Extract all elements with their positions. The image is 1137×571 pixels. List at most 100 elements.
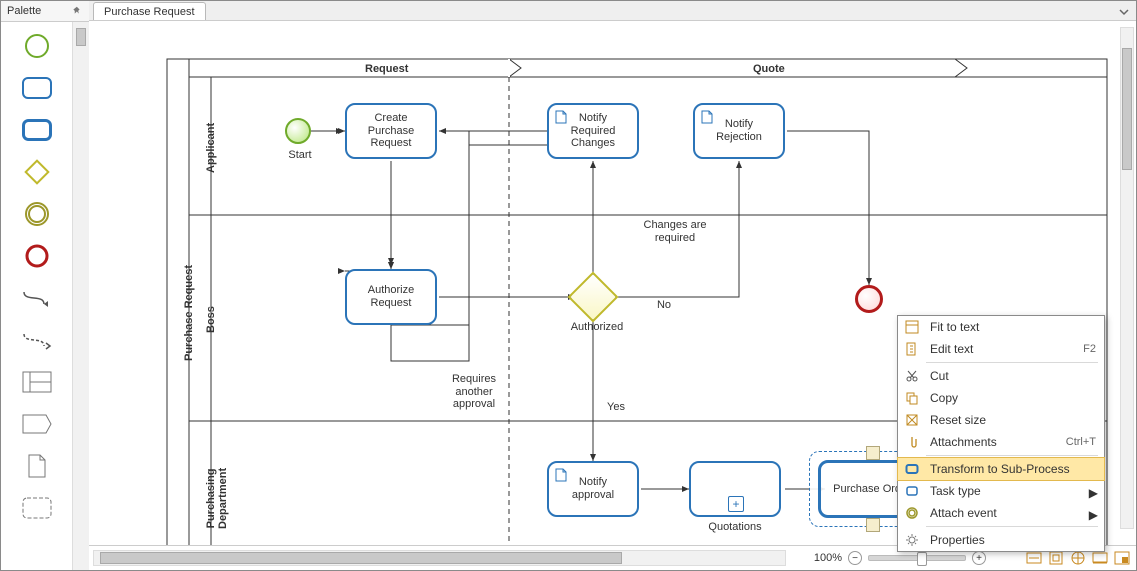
overview-icon[interactable] (1114, 550, 1130, 566)
menu-item-label: Fit to text (930, 320, 1096, 334)
lane-applicant-label: Applicant (205, 123, 217, 173)
task-create-purchase-request[interactable]: Create Purchase Request (345, 103, 437, 159)
palette-pool-icon[interactable] (21, 368, 53, 396)
flow-label-changes: Changes are required (635, 219, 715, 244)
start-label: Start (285, 149, 315, 162)
lane-boss-label: Boss (205, 306, 217, 333)
context-menu: Fit to text Edit text F2 Cut Copy Reset size A… (897, 315, 1105, 552)
palette-title: Palette (7, 5, 72, 17)
cut-icon (902, 366, 922, 386)
task-label: Notify Rejection (716, 118, 762, 143)
props-icon (902, 530, 922, 550)
flow-label-requires: Requires another approval (439, 373, 509, 411)
expand-icon[interactable]: + (728, 496, 744, 512)
task-authorize-request[interactable]: Authorize Request (345, 269, 437, 325)
palette-header: Palette (1, 1, 89, 22)
canvas-vertical-scrollbar[interactable] (1120, 27, 1134, 529)
menu-item-properties[interactable]: Properties (898, 529, 1104, 551)
tab-purchase-request[interactable]: Purchase Request (93, 2, 206, 20)
tab-dropdown-icon[interactable] (1116, 4, 1132, 20)
task-notify-required-changes[interactable]: Notify Required Changes (547, 103, 639, 159)
menu-item-shortcut: F2 (1083, 343, 1096, 355)
palette-task-icon[interactable] (21, 74, 53, 102)
zoom-value: 100% (814, 552, 842, 564)
menu-item-attach-event[interactable]: Attach event▶ (898, 502, 1104, 524)
menu-separator (926, 455, 1098, 456)
phase-request-label: Request (365, 63, 408, 75)
task-notify-rejection[interactable]: Notify Rejection (693, 103, 785, 159)
resize-handle-top[interactable] (866, 446, 880, 460)
actual-size-icon[interactable] (1070, 550, 1086, 566)
task-notify-approval[interactable]: Notify approval (547, 461, 639, 517)
menu-item-label: Edit text (930, 342, 1069, 356)
palette-start-event-icon[interactable] (21, 32, 53, 60)
resize-handle-bottom[interactable] (866, 518, 880, 532)
menu-item-label: Task type (930, 484, 1096, 498)
menu-item-edit-text[interactable]: Edit text F2 (898, 338, 1104, 360)
fit-page-icon[interactable] (1048, 550, 1064, 566)
menu-item-label: Reset size (930, 413, 1096, 427)
tab-label: Purchase Request (104, 6, 195, 18)
edit-icon (902, 339, 922, 359)
script-icon (701, 110, 713, 124)
pool-title: Purchase Request (183, 265, 195, 361)
menu-item-label: Properties (930, 533, 1096, 547)
end-event[interactable] (855, 285, 883, 313)
subprocess-quotations[interactable]: + (689, 461, 781, 517)
palette-intermediate-event-icon[interactable] (21, 200, 53, 228)
palette-milestone-icon[interactable] (21, 410, 53, 438)
menu-item-label: Attachments (930, 435, 1052, 449)
script-icon (555, 468, 567, 482)
zoom-slider[interactable] (868, 555, 966, 561)
zoom-in-button[interactable]: + (972, 551, 986, 565)
reset-icon (902, 410, 922, 430)
palette-call-activity-icon[interactable] (21, 116, 53, 144)
flow-label-yes: Yes (601, 401, 631, 414)
fit-icon (902, 317, 922, 337)
palette-gateway-icon[interactable] (21, 158, 53, 186)
pin-icon[interactable] (72, 6, 83, 17)
palette-end-event-icon[interactable] (21, 242, 53, 270)
palette-data-object-icon[interactable] (21, 452, 53, 480)
menu-item-label: Transform to Sub-Process (930, 462, 1096, 476)
presentation-icon[interactable] (1092, 550, 1108, 566)
submenu-arrow-icon: ▶ (1089, 486, 1098, 500)
menu-item-reset-size[interactable]: Reset size (898, 409, 1104, 431)
menu-item-task-type[interactable]: Task type▶ (898, 480, 1104, 502)
phase-quote-label: Quote (753, 63, 785, 75)
menu-item-label: Cut (930, 369, 1096, 383)
subproc-icon (902, 459, 922, 479)
gateway-label: Authorized (567, 321, 627, 334)
menu-item-shortcut: Ctrl+T (1066, 436, 1096, 448)
script-icon (555, 110, 567, 124)
tasktype-icon (902, 481, 922, 501)
fit-width-icon[interactable] (1026, 550, 1042, 566)
zoom-out-button[interactable]: − (848, 551, 862, 565)
menu-item-label: Attach event (930, 506, 1096, 520)
flow-label-no: No (649, 299, 679, 312)
canvas-horizontal-scrollbar[interactable] (93, 550, 786, 566)
palette-sequence-flow-icon[interactable] (21, 284, 53, 312)
task-label: Authorize Request (368, 284, 414, 309)
menu-item-transform-to-sub-process[interactable]: Transform to Sub-Process (898, 458, 1104, 480)
task-label: Notify approval (572, 476, 614, 501)
palette-shape-list (1, 22, 72, 570)
menu-item-copy[interactable]: Copy (898, 387, 1104, 409)
menu-separator (926, 526, 1098, 527)
submenu-arrow-icon: ▶ (1089, 508, 1098, 522)
subprocess-label: Quotations (689, 521, 781, 534)
palette-scrollbar[interactable] (72, 22, 89, 570)
menu-item-cut[interactable]: Cut (898, 365, 1104, 387)
menu-item-attachments[interactable]: Attachments Ctrl+T (898, 431, 1104, 453)
task-label: Create Purchase Request (368, 112, 414, 150)
menu-item-label: Copy (930, 391, 1096, 405)
palette-association-icon[interactable] (21, 326, 53, 354)
palette-group-icon[interactable] (21, 494, 53, 522)
start-event[interactable] (285, 118, 311, 144)
menu-separator (926, 362, 1098, 363)
menu-item-fit-to-text[interactable]: Fit to text (898, 316, 1104, 338)
lane-purchasing-label: Purchasing Department (205, 468, 229, 529)
attachev-icon (902, 503, 922, 523)
editor-tabbar: Purchase Request (89, 1, 1136, 21)
copy-icon (902, 388, 922, 408)
